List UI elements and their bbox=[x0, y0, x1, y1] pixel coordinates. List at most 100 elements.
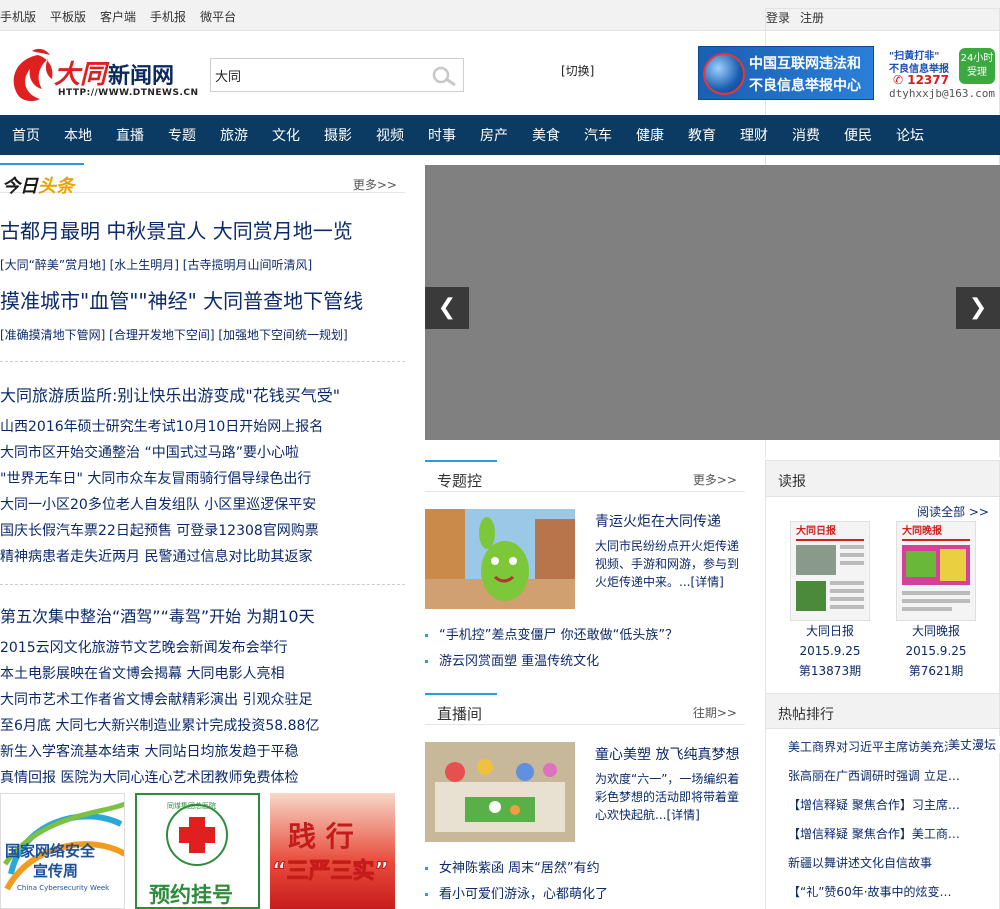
list-item[interactable]: 新生入学客流基本结束 大同站日均旅发趋于平稳 bbox=[0, 739, 405, 765]
banner2-top: 同煤集团总医院 bbox=[167, 802, 216, 810]
nav-item-consumer[interactable]: 消费 bbox=[780, 125, 832, 145]
list-item[interactable]: 大同市区开始交通整治 “中国式过马路”要小心啦 bbox=[0, 440, 405, 466]
carousel-next-button[interactable]: ❯ bbox=[956, 287, 1000, 329]
live-feature: 童心美塑 放飞纯真梦想 为欢度“六一”，一场编织着彩色梦想的活动即将带着童心欢快… bbox=[425, 742, 745, 842]
nav-item-food[interactable]: 美食 bbox=[520, 125, 572, 145]
readpaper-title: 读报 bbox=[766, 461, 999, 497]
top-headline-2[interactable]: 摸准城市"血管""神经" 大同普查地下管线 bbox=[0, 285, 405, 314]
headlines-column: 今日头条 更多>> 古都月最明 中秋景宜人 大同赏月地一览 [大同“醉美”赏月地… bbox=[0, 163, 405, 791]
news-lead-2[interactable]: 第五次集中整治“酒驾”“毒驾”开始 为期10天 bbox=[0, 603, 405, 627]
banner1-line1: 国家网络安全 bbox=[5, 842, 96, 860]
hot-overlay[interactable]: 美丈漫坛 >> bbox=[948, 736, 1000, 753]
nav-item-video[interactable]: 视频 bbox=[364, 125, 416, 145]
list-item[interactable]: 大同一小区20多位老人自发组队 小区里巡逻保平安 bbox=[0, 492, 405, 518]
paper1-date: 2015.9.25 bbox=[799, 644, 861, 658]
main-nav: 首页 本地 直播 专题 旅游 文化 摄影 视频 时事 房产 美食 汽车 健康 教… bbox=[0, 115, 1000, 155]
nav-item-home[interactable]: 首页 bbox=[0, 125, 52, 145]
promo-banners: 国家网络安全 宣传周 China Cybersecurity Week 同煤集团… bbox=[0, 793, 405, 909]
list-item[interactable]: 女神陈紫函 周末“居然”有约 bbox=[425, 856, 745, 882]
nav-item-realestate[interactable]: 房产 bbox=[468, 125, 520, 145]
top-headline-2-sublinks[interactable]: [准确摸清地下管网] [合理开发地下空间] [加强地下空间统一规划] bbox=[0, 326, 405, 343]
nav-item-forum[interactable]: 论坛 bbox=[884, 125, 936, 145]
site-logo[interactable]: 大同 新闻网 HTTP://WWW.DTNEWS.CN bbox=[8, 45, 198, 105]
topics-feature: 青运火炬在大同传递 大同市民纷纷点开火炬传递视频、手游和网游，参与到火炬传递中来… bbox=[425, 509, 745, 609]
cybersecurity-week-banner[interactable]: 国家网络安全 宣传周 China Cybersecurity Week bbox=[0, 793, 125, 909]
live-header: 直播间 往期>> bbox=[425, 693, 745, 725]
tablet-version-link[interactable]: 平板版 bbox=[50, 8, 86, 25]
hot-posts-title: 热帖排行 bbox=[766, 693, 999, 729]
newspaper-thumbnail: 大同晚报 bbox=[896, 521, 976, 621]
clay-craft-photo[interactable] bbox=[425, 742, 575, 842]
live-feature-desc[interactable]: 为欢度“六一”，一场编织着彩色梦想的活动即将带着童心欢快起航...[详情] bbox=[595, 770, 745, 824]
paper-datong-evening[interactable]: 大同晚报 大同晚报 2015.9.25 第7621期 bbox=[896, 521, 976, 681]
divider bbox=[0, 361, 405, 362]
list-item[interactable]: 【“礼”赞60年·故事中的炫变… bbox=[788, 878, 993, 907]
topics-feature-desc[interactable]: 大同市民纷纷点开火炬传递视频、手游和网游，参与到火炬传递中来。...[详情] bbox=[595, 537, 745, 591]
search-input[interactable] bbox=[211, 59, 421, 91]
live-list: 女神陈紫函 周末“居然”有约 看小可爱们游泳，心都萌化了 bbox=[425, 856, 745, 908]
news-list-2: 2015云冈文化旅游节文艺晚会新闻发布会举行 本土电影展映在省文博会揭幕 大同电… bbox=[0, 635, 405, 791]
carousel-prev-button[interactable]: ❮ bbox=[425, 287, 469, 329]
topics-feature-title[interactable]: 青运火炬在大同传递 bbox=[595, 511, 721, 531]
nav-item-auto[interactable]: 汽车 bbox=[572, 125, 624, 145]
list-item[interactable]: 游云冈赏面塑 重温传统文化 bbox=[425, 649, 745, 675]
section-accent-bar bbox=[425, 693, 497, 695]
list-item[interactable]: "世界无车日" 大同市众车友冒雨骑行倡导绿色出行 bbox=[0, 466, 405, 492]
torch-mascot-photo[interactable] bbox=[425, 509, 575, 609]
site-header: 大同 新闻网 HTTP://WWW.DTNEWS.CN [切换] 中国互联网违法… bbox=[0, 31, 1000, 115]
list-item[interactable]: 看小可爱们游泳，心都萌化了 bbox=[425, 882, 745, 908]
list-item[interactable]: 2015云冈文化旅游节文艺晚会新闻发布会举行 bbox=[0, 635, 405, 661]
paper1-masthead: 大同日报 bbox=[796, 524, 836, 537]
live-feature-title[interactable]: 童心美塑 放飞纯真梦想 bbox=[595, 744, 739, 764]
topics-more-link[interactable]: 更多>> bbox=[693, 471, 737, 488]
headlines-title: 今日头条 bbox=[2, 176, 74, 197]
list-item[interactable]: 至6月底 大同七大新兴制造业累计完成投资58.88亿 bbox=[0, 713, 405, 739]
paper2-issue: 第7621期 bbox=[908, 664, 964, 678]
newspaper-thumbnail: 大同日报 bbox=[790, 521, 870, 621]
nav-item-live[interactable]: 直播 bbox=[104, 125, 156, 145]
nav-item-travel[interactable]: 旅游 bbox=[208, 125, 260, 145]
list-item[interactable]: 国庆长假汽车票22日起预售 可登录12308官网购票 bbox=[0, 518, 405, 544]
micro-platform-link[interactable]: 微平台 bbox=[200, 8, 236, 25]
live-past-link[interactable]: 往期>> bbox=[693, 704, 737, 721]
list-item[interactable]: 张高丽在广西调研时强调 立足… bbox=[788, 762, 993, 791]
nav-item-culture[interactable]: 文化 bbox=[260, 125, 312, 145]
list-item[interactable]: 【增信释疑 聚焦合作】习主席… bbox=[788, 791, 993, 820]
read-all-link[interactable]: 阅读全部 >> bbox=[917, 503, 989, 520]
news-lead-1[interactable]: 大同旅游质监所:别让快乐出游变成"花钱买气受" bbox=[0, 382, 405, 406]
list-item[interactable]: 山西2016年硕士研究生考试10月10日开始网上报名 bbox=[0, 414, 405, 440]
nav-item-current[interactable]: 时事 bbox=[416, 125, 468, 145]
top-utility-bar: 手机版 平板版 客户端 手机报 微平台 登录 注册 bbox=[0, 0, 1000, 457]
top-headline-1-sublinks[interactable]: [大同“醉美”赏月地] [水上生明月] [古寺揽明月山间听清风] bbox=[0, 256, 405, 273]
divider bbox=[0, 584, 405, 585]
paper-datong-daily[interactable]: 大同日报 大同日报 2015.9.25 第13873期 bbox=[790, 521, 870, 681]
mobile-version-link[interactable]: 手机版 bbox=[0, 8, 36, 25]
nav-item-health[interactable]: 健康 bbox=[624, 125, 676, 145]
paper2-masthead: 大同晚报 bbox=[902, 524, 942, 537]
right-sidebar: 读报 阅读全部 >> 大同日报 大同日报 2015.9.25 第13873期 大… bbox=[765, 460, 1000, 909]
list-item[interactable]: 本土电影展映在省文博会揭幕 大同电影人亮相 bbox=[0, 661, 405, 687]
list-item[interactable]: “手机控”差点变僵尸 你还敢做“低头族”？ bbox=[425, 623, 745, 649]
nav-item-services[interactable]: 便民 bbox=[832, 125, 884, 145]
image-carousel[interactable]: ❮ ❯ bbox=[425, 165, 1000, 440]
list-item[interactable]: 大同市艺术工作者省文博会献精彩演出 引观众驻足 bbox=[0, 687, 405, 713]
mobile-news-link[interactable]: 手机报 bbox=[150, 8, 186, 25]
search-icon[interactable] bbox=[431, 65, 457, 87]
nav-item-education[interactable]: 教育 bbox=[676, 125, 728, 145]
nav-item-topics[interactable]: 专题 bbox=[156, 125, 208, 145]
nav-item-finance[interactable]: 理财 bbox=[728, 125, 780, 145]
top-headline-1[interactable]: 古都月最明 中秋景宜人 大同赏月地一览 bbox=[0, 215, 405, 244]
three-stricts-banner[interactable]: 践 行 “三严三实” bbox=[270, 793, 395, 909]
nav-item-local[interactable]: 本地 bbox=[52, 125, 104, 145]
news-list-1: 山西2016年硕士研究生考试10月10日开始网上报名 大同市区开始交通整治 “中… bbox=[0, 414, 405, 570]
list-item[interactable]: 新疆以舞讲述文化自信故事 bbox=[788, 849, 993, 878]
headlines-more-link[interactable]: 更多>> bbox=[353, 176, 397, 193]
list-item[interactable]: 精神病患者走失近两月 民警通过信息对比助其返家 bbox=[0, 544, 405, 570]
list-item[interactable]: 真情回报 医院为大同心连心艺术团教师免费体检 bbox=[0, 765, 405, 791]
list-item[interactable]: 【增信释疑 聚焦合作】美工商… bbox=[788, 820, 993, 849]
client-link[interactable]: 客户端 bbox=[100, 8, 136, 25]
city-switch-link[interactable]: [切换] bbox=[561, 62, 594, 79]
nav-item-photo[interactable]: 摄影 bbox=[312, 125, 364, 145]
illegal-info-report-banner[interactable]: 中国互联网违法和 不良信息举报中心 bbox=[698, 46, 874, 100]
appointment-register-banner[interactable]: 同煤集团总医院 预约挂号 bbox=[135, 793, 260, 909]
